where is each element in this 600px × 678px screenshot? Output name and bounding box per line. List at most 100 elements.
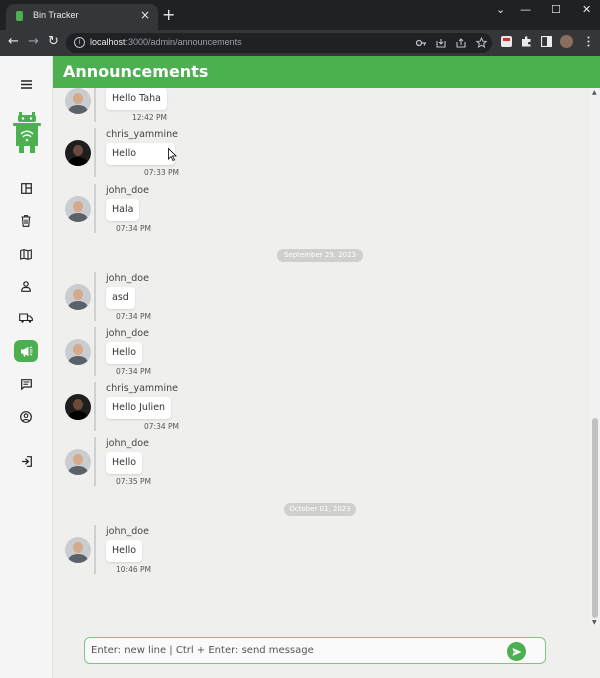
message-username: chris_yammine — [106, 129, 178, 140]
avatar — [65, 284, 91, 310]
install-icon[interactable] — [436, 38, 446, 48]
maximize-button[interactable]: ☐ — [551, 3, 561, 17]
message-divider — [94, 327, 96, 376]
message-time: 07:34 PM — [116, 367, 151, 376]
message-bubble: Hala — [106, 199, 140, 221]
message-time: 07:34 PM — [116, 312, 151, 321]
mouse-cursor-icon — [168, 148, 177, 161]
sidebar-item-users[interactable] — [14, 275, 38, 297]
browser-tabstrip: Bin Tracker × + ⌄ — ☐ ✕ — [0, 0, 600, 30]
tab-search-icon[interactable]: ⌄ — [496, 3, 505, 17]
message-item: Hello Taha 12:42 PM — [53, 88, 590, 130]
forward-button[interactable]: → — [28, 34, 39, 50]
message-divider — [94, 525, 96, 574]
message-time: 07:35 PM — [116, 477, 151, 486]
message-bubble: asd — [106, 287, 135, 309]
message-bubble: Hello Julien — [106, 397, 172, 419]
hamburger-icon — [20, 79, 32, 89]
share-icon[interactable] — [456, 38, 466, 48]
message-item: chris_yammine Hello Julien 07:34 PM — [53, 382, 590, 434]
megaphone-icon — [20, 346, 32, 356]
page-title: Announcements — [63, 62, 209, 81]
message-username: john_doe — [106, 185, 149, 196]
chat-icon — [20, 378, 32, 390]
message-divider — [94, 128, 96, 177]
person-icon — [21, 280, 31, 292]
account-circle-icon — [20, 411, 32, 423]
close-window-button[interactable]: ✕ — [582, 3, 591, 17]
more-menu-icon[interactable] — [583, 36, 594, 47]
message-time: 07:34 PM — [116, 224, 151, 233]
send-button[interactable] — [507, 642, 526, 661]
sidebar-item-bins[interactable] — [14, 210, 38, 232]
sidebar-item-trucks[interactable] — [14, 307, 38, 329]
message-item: john_doe Hello 07:34 PM — [53, 327, 590, 379]
message-item: john_doe Hello 10:46 PM — [53, 525, 590, 577]
favicon-icon — [16, 11, 23, 21]
message-item: john_doe Hala 07:34 PM — [53, 184, 590, 236]
feed-scrollbar[interactable]: ▲ ▼ — [590, 88, 600, 628]
message-username: john_doe — [106, 328, 149, 339]
address-bar[interactable]: i localhost:3000/admin/announcements — [66, 33, 492, 53]
back-button[interactable]: ← — [8, 34, 19, 50]
page-header: Announcements — [53, 56, 600, 88]
date-separator: September 29, 2023 — [277, 249, 363, 262]
app-root: Announcements Hello Taha 12:42 PM chris_… — [0, 56, 600, 678]
logout-icon — [21, 455, 32, 467]
browser-tab[interactable]: Bin Tracker × — [6, 4, 158, 30]
avatar — [65, 339, 91, 365]
message-input[interactable] — [91, 641, 501, 660]
sidebar-item-dashboard[interactable] — [14, 177, 38, 199]
sidebar — [0, 56, 53, 678]
url-text: localhost:3000/admin/announcements — [90, 37, 242, 47]
map-icon — [20, 248, 32, 260]
tab-title: Bin Tracker — [33, 10, 79, 20]
trash-icon — [21, 215, 31, 227]
sidebar-item-logout[interactable] — [14, 450, 38, 472]
avatar — [65, 449, 91, 475]
scroll-up-icon[interactable]: ▲ — [592, 90, 597, 96]
extension-icon[interactable] — [501, 36, 512, 47]
message-username: john_doe — [106, 526, 149, 537]
extensions-puzzle-icon[interactable] — [521, 36, 532, 47]
minimize-button[interactable]: — — [520, 3, 531, 17]
profile-avatar[interactable] — [560, 35, 573, 48]
message-item: chris_yammine Hello 07:33 PM — [53, 128, 590, 180]
message-bubble: Hello — [106, 540, 143, 562]
message-feed[interactable]: Hello Taha 12:42 PM chris_yammine Hello … — [53, 88, 590, 628]
reload-button[interactable]: ↻ — [48, 34, 59, 50]
sidebar-item-announcements[interactable] — [14, 340, 38, 362]
truck-icon — [19, 313, 33, 323]
message-username: chris_yammine — [106, 383, 178, 394]
info-icon[interactable]: i — [74, 37, 85, 48]
sidebar-item-menu[interactable] — [14, 73, 38, 95]
dashboard-icon — [20, 182, 32, 194]
avatar — [65, 196, 91, 222]
sidebar-item-profile[interactable] — [14, 406, 38, 428]
message-divider — [94, 437, 96, 486]
message-time: 12:42 PM — [132, 113, 167, 122]
message-username: john_doe — [106, 273, 149, 284]
sidebar-item-map[interactable] — [14, 243, 38, 265]
message-item: john_doe Hello 07:35 PM — [53, 437, 590, 489]
message-bubble: Hello — [106, 342, 143, 364]
avatar — [65, 140, 91, 166]
tab-close-icon[interactable]: × — [140, 8, 150, 22]
send-icon — [512, 647, 521, 656]
message-divider — [94, 88, 96, 122]
avatar — [65, 88, 91, 114]
bookmark-star-icon[interactable] — [476, 37, 487, 48]
scroll-down-icon[interactable]: ▼ — [592, 620, 597, 626]
message-time: 10:46 PM — [116, 565, 151, 574]
bin-tracker-logo — [13, 112, 41, 153]
new-tab-button[interactable]: + — [162, 6, 175, 24]
side-panel-icon[interactable] — [541, 36, 552, 47]
sidebar-item-messages[interactable] — [14, 373, 38, 395]
message-bubble: Hello Taha — [106, 88, 167, 110]
message-bubble: Hello — [106, 143, 175, 165]
scroll-thumb[interactable] — [592, 418, 598, 618]
key-icon[interactable] — [416, 38, 427, 48]
date-separator: October 01, 2023 — [284, 503, 356, 516]
message-divider — [94, 272, 96, 321]
message-bubble: Hello — [106, 452, 143, 474]
